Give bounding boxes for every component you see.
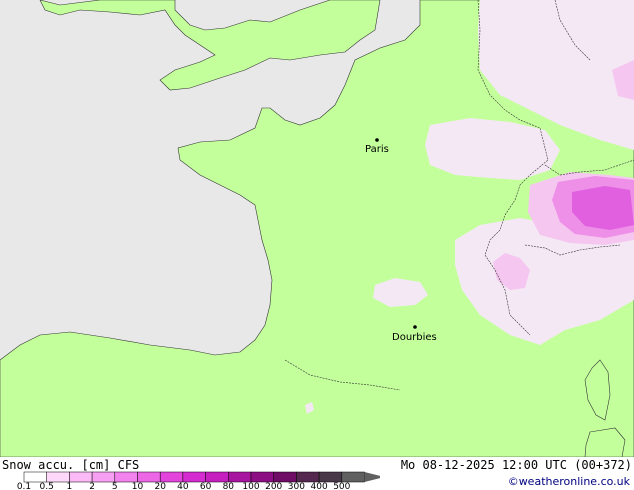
color-scale-legend: 0.1 0.5 1 2 5 10 20 40 60 80 100 200 300 400 500 xyxy=(17,471,380,490)
legend-tick-label: 100 xyxy=(242,482,259,490)
legend-tick-label: 10 xyxy=(132,482,144,490)
city-marker-dourbies xyxy=(413,325,417,329)
credit-link[interactable]: ©weatheronline.co.uk xyxy=(508,475,630,488)
legend-tick-label: 60 xyxy=(200,482,212,490)
legend-swatch xyxy=(318,471,343,483)
legend-swatch xyxy=(69,471,93,483)
legend-overflow-arrow xyxy=(364,472,380,482)
legend-swatch xyxy=(182,471,206,483)
legend-swatch xyxy=(250,471,274,483)
legend-tick-label: 80 xyxy=(223,482,235,490)
legend-tick-label: 1 xyxy=(67,482,73,490)
legend-tick-label: 200 xyxy=(265,482,282,490)
legend-swatch xyxy=(341,471,365,483)
legend-swatch xyxy=(159,471,184,483)
legend-swatch xyxy=(23,471,47,483)
legend-tick-label: 2 xyxy=(89,482,95,490)
city-label-dourbies: Dourbies xyxy=(392,332,437,343)
legend-swatch xyxy=(296,471,320,483)
legend-tick-label: 300 xyxy=(288,482,305,490)
city-marker-paris xyxy=(375,138,379,142)
snow-accumulation-map: Paris Dourbies xyxy=(0,0,634,457)
legend-tick-label: 20 xyxy=(154,482,166,490)
legend-tick-label: 5 xyxy=(112,482,118,490)
landmass-sardinia xyxy=(584,427,626,457)
legend-tick-label: 500 xyxy=(333,482,350,490)
legend-swatch xyxy=(114,471,138,483)
legend-swatch xyxy=(205,471,229,483)
legend-swatch xyxy=(46,471,70,483)
legend-swatch xyxy=(137,471,161,483)
map-footer: Snow accu. [cm] CFS Mo 08-12-2025 12:00 … xyxy=(0,457,634,490)
legend-swatch xyxy=(228,471,252,483)
city-label-paris: Paris xyxy=(365,144,389,155)
legend-tick-label: 40 xyxy=(177,482,189,490)
legend-swatch xyxy=(273,471,297,483)
legend-tick-label: 400 xyxy=(311,482,328,490)
legend-tick-label: 0.1 xyxy=(17,482,31,490)
legend-tick-label: 0.5 xyxy=(40,482,54,490)
legend-swatch xyxy=(91,471,116,483)
forecast-datetime: Mo 08-12-2025 12:00 UTC (00+372) xyxy=(400,458,632,472)
